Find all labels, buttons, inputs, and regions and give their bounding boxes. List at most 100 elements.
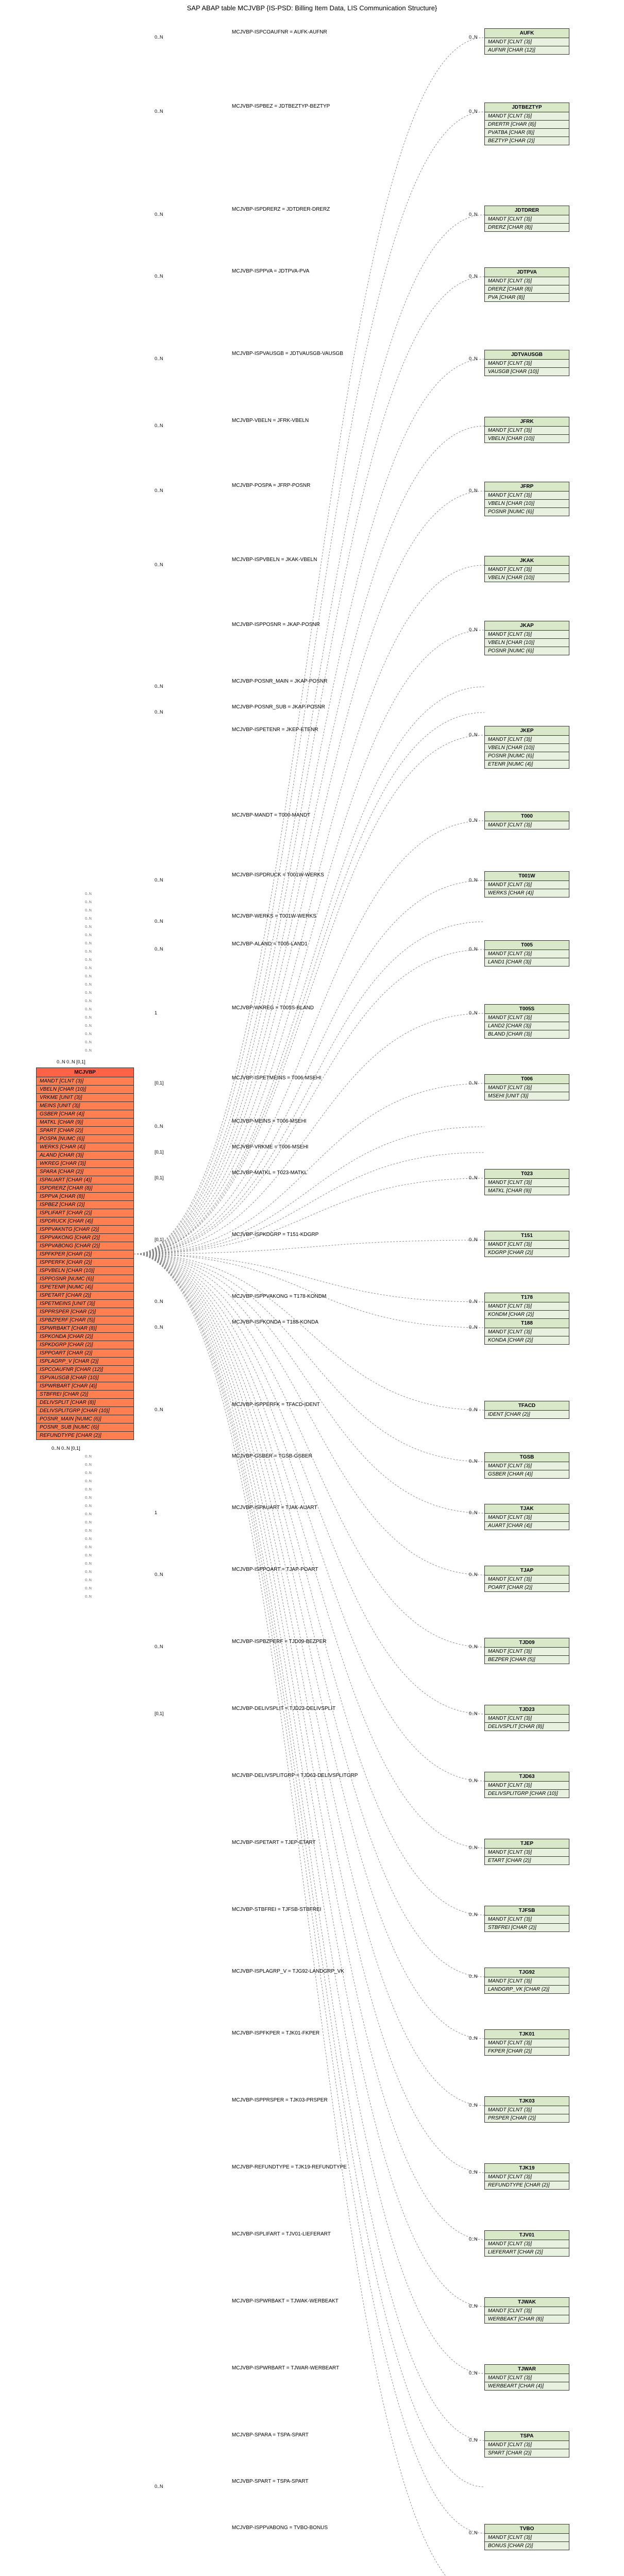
source-table-name: MCJVBP — [37, 1068, 133, 1077]
source-cardinality: 0..N — [85, 1595, 92, 1599]
source-cardinality: 0..N — [85, 1562, 92, 1566]
target-field: MANDT [CLNT (3)] — [485, 2106, 569, 2114]
cardinality-left: 1 — [155, 1510, 157, 1515]
target-table-name: T178 — [485, 1293, 569, 1302]
source-cardinality: 0..N — [85, 1008, 92, 1011]
cardinality-left: 0..N — [155, 709, 163, 715]
target-field: MANDT [CLNT (3)] — [485, 1715, 569, 1723]
relation-label: MCJVBP-ISPVBELN = JKAK-VBELN — [232, 557, 317, 563]
target-field: MANDT [CLNT (3)] — [485, 881, 569, 889]
target-field: MANDT [CLNT (3)] — [485, 1328, 569, 1336]
source-cardinality: 0..N — [85, 1488, 92, 1492]
target-field: MANDT [CLNT (3)] — [485, 1916, 569, 1924]
relation-label: MCJVBP-ISPPVABONG = TVBO-BONUS — [232, 2525, 328, 2531]
cardinality-right: 0..N — [469, 1912, 478, 1917]
cardinality-left: 0..N — [155, 2484, 163, 2489]
target-table-name: TJK03 — [485, 2097, 569, 2106]
source-field: ISPPRSPER [CHAR (2)] — [37, 1308, 133, 1316]
target-table-name: JDTDRER — [485, 206, 569, 215]
target-table-node: TJV01MANDT [CLNT (3)]LIEFERART [CHAR (2)… — [484, 2230, 569, 2257]
cardinality-right: 0..N — [469, 2170, 478, 2175]
relation-label: MCJVBP-ISPCOAUFNR = AUFK-AUFNR — [232, 29, 327, 35]
target-table-node: T001WMANDT [CLNT (3)]WERKS [CHAR (4)] — [484, 871, 569, 897]
source-field: ISPPVAKONG [CHAR (2)] — [37, 1234, 133, 1242]
target-field: MANDT [CLNT (3)] — [485, 1084, 569, 1092]
source-field: ISPBZPERF [CHAR (5)] — [37, 1316, 133, 1325]
source-field: POSPA [NUMC (6)] — [37, 1135, 133, 1143]
target-field: MSEHI [UNIT (3)] — [485, 1092, 569, 1100]
source-cardinality: 0..N — [85, 1537, 92, 1541]
target-field: ETART [CHAR (2)] — [485, 1857, 569, 1865]
source-cardinality: 0..N — [85, 950, 92, 954]
cardinality-right: 0..N — [469, 1778, 478, 1783]
relation-label: MCJVBP-ISPBZPERF = TJD09-BEZPER — [232, 1639, 326, 1645]
source-cardinality: 0..N — [85, 1521, 92, 1524]
cardinality-left: 0..N — [155, 212, 163, 217]
relation-label: MCJVBP-ISPPOSNR = JKAP-POSNR — [232, 622, 320, 628]
target-table-node: T000MANDT [CLNT (3)] — [484, 811, 569, 829]
target-field: LAND1 [CHAR (3)] — [485, 958, 569, 966]
target-table-name: JDTVAUSGB — [485, 350, 569, 360]
target-field: BEZPER [CHAR (5)] — [485, 1656, 569, 1664]
target-table-name: JFRK — [485, 417, 569, 427]
relation-label: MCJVBP-WERKS = T001W-WERKS — [232, 913, 316, 919]
cardinality-left: 0..N — [155, 274, 163, 279]
target-field: MANDT [CLNT (3)] — [485, 360, 569, 368]
target-field: MANDT [CLNT (3)] — [485, 2374, 569, 2382]
target-table-node: TFACDIDENT [CHAR (2)] — [484, 1401, 569, 1419]
source-table-node: MCJVBP MANDT [CLNT (3)]VBELN [CHAR (10)]… — [36, 1067, 134, 1440]
relation-label: MCJVBP-MEINS = T006-MSEHI — [232, 1118, 307, 1124]
target-field: MATKL [CHAR (9)] — [485, 1187, 569, 1195]
cardinality-left: 0..N — [155, 1572, 163, 1577]
relation-label: MCJVBP-VRKME = T006-MSEHI — [232, 1144, 308, 1150]
cardinality-left: 0..N — [155, 1644, 163, 1649]
source-cardinality: 0..N — [85, 991, 92, 995]
source-field: ISPAUART [CHAR (4)] — [37, 1176, 133, 1184]
target-field: BLAND [CHAR (3)] — [485, 1030, 569, 1038]
cardinality-right: 0..N — [469, 2437, 478, 2443]
target-table-name: TJWAR — [485, 2365, 569, 2374]
relation-label: MCJVBP-ISPDRUCK = T001W-WERKS — [232, 872, 324, 878]
source-cardinality: 0..N — [85, 1587, 92, 1590]
target-table-node: JDTDRERMANDT [CLNT (3)]DRERZ [CHAR (8)] — [484, 206, 569, 232]
cardinality-left: 0..N — [155, 877, 163, 883]
cardinality-left: [0,1] — [155, 1237, 164, 1242]
cardinality-left: 1 — [155, 1010, 157, 1015]
cardinality-right: 0..N — [469, 35, 478, 40]
target-table-name: TJK19 — [485, 2164, 569, 2173]
relation-label: MCJVBP-ISPKDGRP = T151-KDGRP — [232, 1232, 318, 1238]
cardinality-right: 0..N — [469, 2236, 478, 2242]
source-field: ISPVAUSGB [CHAR (10)] — [37, 1374, 133, 1382]
target-table-name: TGSB — [485, 1453, 569, 1462]
relation-label: MCJVBP-ISPWRBART = TJWAR-WERBEART — [232, 2365, 339, 2371]
cardinality-left: 0..N — [155, 109, 163, 114]
relation-label: MCJVBP-POSNR_MAIN = JKAP-POSNR — [232, 679, 327, 684]
target-field: MANDT [CLNT (3)] — [485, 1782, 569, 1790]
target-table-node: TSPAMANDT [CLNT (3)]SPART [CHAR (2)] — [484, 2431, 569, 2458]
target-field: PVA [CHAR (8)] — [485, 294, 569, 301]
target-field: ETENR [NUMC (4)] — [485, 760, 569, 768]
source-cardinality: 0..N — [85, 925, 92, 929]
source-field: ISPETMEINS [UNIT (3)] — [37, 1300, 133, 1308]
source-field: ISPWRBART [CHAR (4)] — [37, 1382, 133, 1391]
source-cardinality: 0..N — [85, 1463, 92, 1467]
target-field: MANDT [CLNT (3)] — [485, 1302, 569, 1311]
target-table-node: TJK01MANDT [CLNT (3)]FKPER [CHAR (2)] — [484, 2029, 569, 2056]
target-field: POSNR [NUMC (6)] — [485, 752, 569, 760]
target-field: KONDA [CHAR (2)] — [485, 1336, 569, 1344]
target-field: BEZTYP [CHAR (2)] — [485, 137, 569, 145]
target-field: WERKS [CHAR (4)] — [485, 889, 569, 897]
target-field: MANDT [CLNT (3)] — [485, 950, 569, 958]
source-field: SPARA [CHAR (2)] — [37, 1168, 133, 1176]
target-field: MANDT [CLNT (3)] — [485, 112, 569, 121]
relation-label: MCJVBP-MATKL = T023-MATKL — [232, 1170, 307, 1176]
target-table-node: TJK03MANDT [CLNT (3)]PRSPER [CHAR (2)] — [484, 2096, 569, 2123]
cardinality-right: 0..N — [469, 627, 478, 632]
relation-label: MCJVBP-ISPETENR = JKEP-ETENR — [232, 727, 318, 733]
relation-label: MCJVBP-POSPA = JFRP-POSNR — [232, 483, 310, 488]
source-cardinality: 0..N 0..N [0,1] — [52, 1446, 80, 1451]
target-table-node: T005MANDT [CLNT (3)]LAND1 [CHAR (3)] — [484, 940, 569, 967]
source-field: DELIVSPLIT [CHAR (8)] — [37, 1399, 133, 1407]
relation-label: MCJVBP-GSBER = TGSB-GSBER — [232, 1453, 312, 1459]
source-cardinality: 0..N — [85, 967, 92, 970]
